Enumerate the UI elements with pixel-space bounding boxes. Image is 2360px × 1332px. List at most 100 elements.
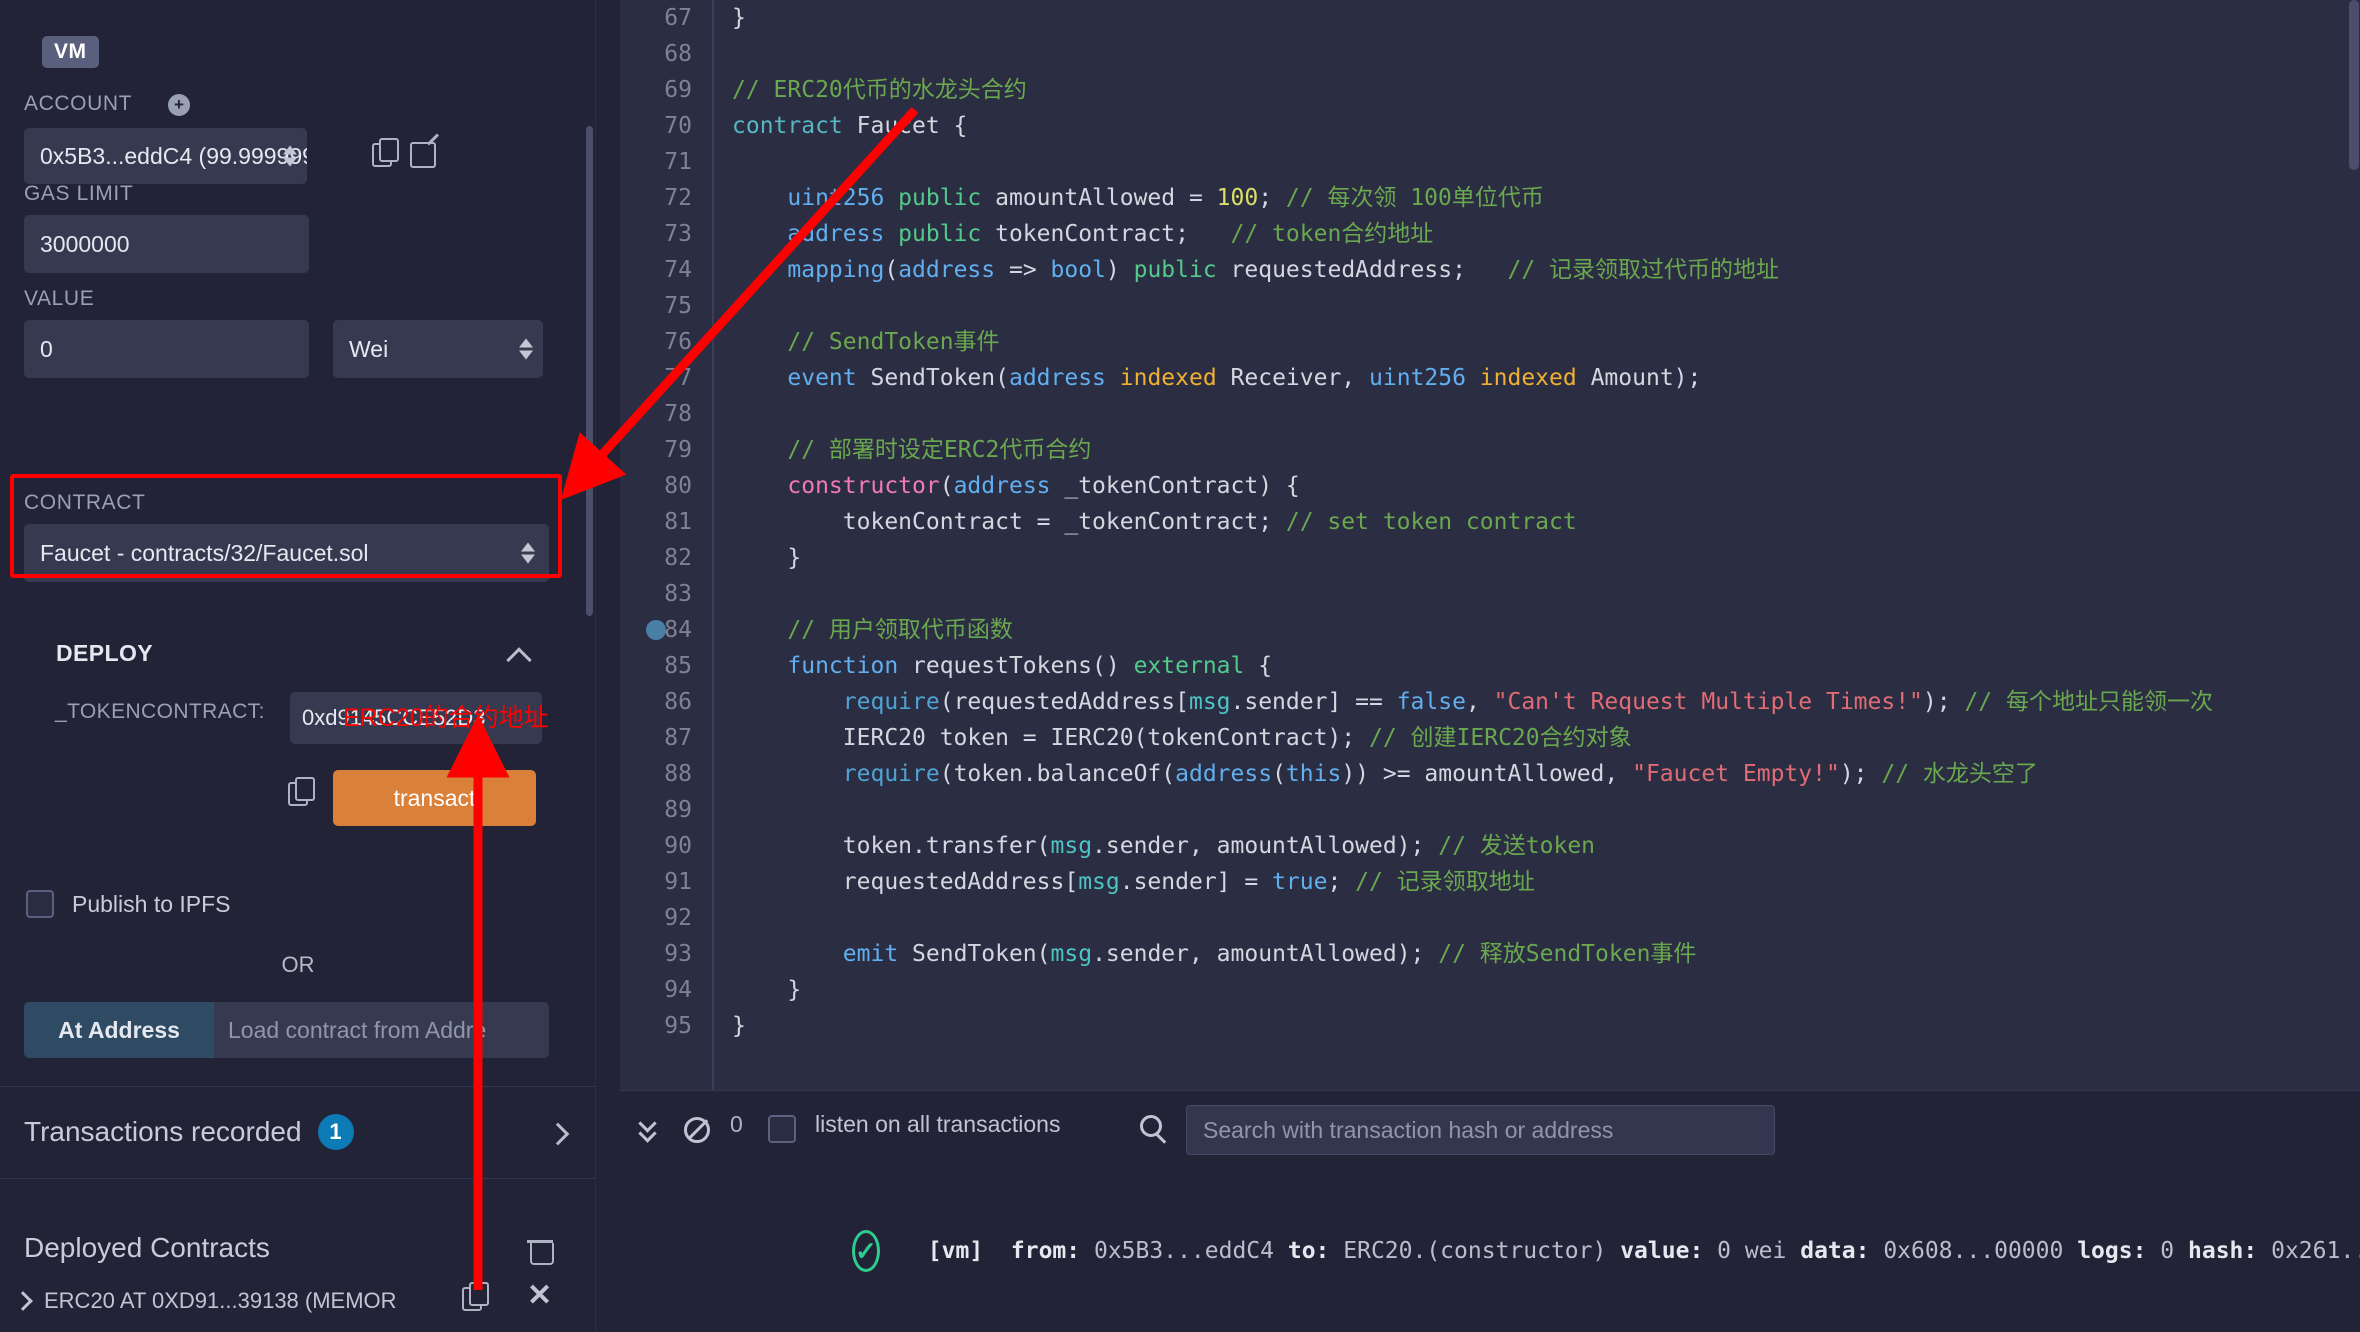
collapse-terminal-icon[interactable] [636, 1114, 662, 1145]
copy-calldata-icon[interactable] [288, 777, 315, 812]
line-number: 67 [664, 5, 692, 31]
publish-ipfs-checkbox[interactable] [26, 890, 54, 918]
left-panel-scrollbar[interactable] [586, 126, 593, 616]
code-line: 72 uint256 public amountAllowed = 100; /… [620, 180, 2360, 216]
code-editor[interactable]: 67} 68 69 // ERC20代币的水龙头合约 70 contract Faucet… [620, 0, 2360, 1090]
search-icon [1140, 1115, 1162, 1137]
code-line: 82 } [620, 540, 2360, 576]
line-number: 80 [664, 473, 692, 499]
line-number: 77 [664, 365, 692, 391]
copy-contract-address-icon[interactable] [462, 1282, 489, 1317]
edit-account-icon[interactable] [410, 138, 438, 171]
trash-icon[interactable] [527, 1235, 554, 1265]
code-line: 75 [620, 288, 2360, 324]
code-line: 68 [620, 36, 2360, 72]
transact-button[interactable]: transact [333, 770, 536, 826]
code-text: address public tokenContract; // token合约… [787, 221, 1434, 247]
line-number: 83 [664, 581, 692, 607]
line-number: 73 [664, 221, 692, 247]
value-unit-text: Wei [349, 335, 389, 362]
code-text: contract Faucet { [732, 113, 968, 139]
line-number: 79 [664, 437, 692, 463]
account-value: 0x5B3...eddC4 (99.9999999 [40, 142, 307, 169]
code-line: 70 contract Faucet { [620, 108, 2360, 144]
code-line: 69 // ERC20代币的水龙头合约 [620, 72, 2360, 108]
code-text: constructor(address _tokenContract) { [787, 473, 1300, 499]
terminal-log-row[interactable]: ✓ [vm] from: 0x5B3...eddC4 to: ERC20.(co… [620, 1211, 2360, 1291]
editor-vertical-scrollbar[interactable] [2349, 0, 2359, 170]
close-icon[interactable]: ✕ [527, 1281, 552, 1311]
code-line: 84 // 用户领取代币函数 [620, 612, 2360, 648]
code-text: mapping(address => bool) public requeste… [787, 257, 1780, 283]
publish-to-ipfs-row[interactable]: Publish to IPFS [26, 890, 231, 918]
code-text: } [732, 977, 802, 1003]
code-line: 94 } [620, 972, 2360, 1008]
chevron-right-icon[interactable] [550, 1126, 566, 1142]
environment-badge[interactable]: VM [42, 36, 99, 68]
transactions-recorded-label: Transactions recorded [24, 1116, 302, 1147]
line-number: 93 [664, 941, 692, 967]
line-number: 95 [664, 1013, 692, 1039]
listen-all-transactions-checkbox[interactable] [768, 1115, 796, 1143]
code-line: 74 mapping(address => bool) public reque… [620, 252, 2360, 288]
line-number: 75 [664, 293, 692, 319]
contract-select[interactable]: Faucet - contracts/32/Faucet.sol [24, 524, 549, 582]
terminal-panel: 0 listen on all transactions Search with… [620, 1090, 2360, 1332]
line-number: 88 [664, 761, 692, 787]
code-text: token.transfer(msg.sender, amountAllowed… [732, 833, 1596, 859]
transactions-recorded-row[interactable]: Transactions recorded 1 [0, 1086, 596, 1178]
terminal-log-text: [vm] from: 0x5B3...eddC4 to: ERC20.(cons… [927, 1238, 2360, 1264]
code-text: // ERC20代币的水龙头合约 [732, 77, 1027, 103]
value-unit-select[interactable]: Wei [333, 320, 543, 378]
at-address-input[interactable]: Load contract from Addre [214, 1002, 549, 1058]
code-text: } [732, 545, 802, 571]
chevron-right-icon[interactable] [16, 1294, 30, 1308]
line-number: 92 [664, 905, 692, 931]
line-number: 78 [664, 401, 692, 427]
code-line: 92 [620, 900, 2360, 936]
chevron-up-icon[interactable] [508, 646, 534, 662]
annotation-erc20-address: ERC20的合约地址 [343, 704, 549, 732]
token-contract-label: _TOKENCONTRACT: [55, 700, 265, 723]
code-line: 83 [620, 576, 2360, 612]
clear-console-icon[interactable] [684, 1117, 710, 1143]
code-text: } [732, 5, 746, 31]
code-line: 93 emit SendToken(msg.sender, amountAllo… [620, 936, 2360, 972]
transactions-recorded-count: 1 [317, 1114, 354, 1150]
code-line: 91 requestedAddress[msg.sender] = true; … [620, 864, 2360, 900]
value-input[interactable]: 0 [24, 320, 309, 378]
code-line: 89 [620, 792, 2360, 828]
chevron-updown-icon [521, 542, 535, 564]
deploy-section-title: DEPLOY [56, 640, 153, 666]
line-number: 89 [664, 797, 692, 823]
line-number: 70 [664, 113, 692, 139]
code-text: uint256 public amountAllowed = 100; // 每… [787, 185, 1544, 211]
code-text: require(token.balanceOf(address(this)) >… [842, 761, 2038, 787]
code-text: emit SendToken(msg.sender, amountAllowed… [842, 941, 1697, 967]
code-line: 90 token.transfer(msg.sender, amountAllo… [620, 828, 2360, 864]
code-line: 73 address public tokenContract; // toke… [620, 216, 2360, 252]
contract-label: CONTRACT [24, 491, 146, 514]
deployed-contract-label: ERC20 AT 0XD91...39138 (MEMOR [44, 1288, 397, 1313]
deployed-contract-item[interactable]: ERC20 AT 0XD91...39138 (MEMOR [16, 1288, 397, 1314]
terminal-search-input[interactable]: Search with transaction hash or address [1186, 1105, 1775, 1155]
editor-code-area[interactable]: 67} 68 69 // ERC20代币的水龙头合约 70 contract Faucet… [620, 0, 2360, 1090]
at-address-button[interactable]: At Address [24, 1002, 214, 1058]
code-text: require(requestedAddress[msg.sender] == … [842, 689, 2213, 715]
code-text: requestedAddress[msg.sender] = true; // … [732, 869, 1535, 895]
gas-limit-input[interactable]: 3000000 [24, 215, 309, 273]
code-text: } [732, 1013, 746, 1039]
account-select[interactable]: 0x5B3...eddC4 (99.9999999 [24, 128, 307, 184]
code-line: 80 constructor(address _tokenContract) { [620, 468, 2360, 504]
line-number: 91 [664, 869, 692, 895]
code-line: 67} [620, 0, 2360, 36]
code-text: IERC20 token = IERC20(tokenContract); //… [732, 725, 1632, 751]
line-number: 90 [664, 833, 692, 859]
copy-account-icon[interactable] [372, 138, 399, 173]
add-account-icon[interactable]: + [168, 94, 190, 116]
code-line: 95} [620, 1008, 2360, 1044]
code-text: tokenContract = _tokenContract; // set t… [732, 509, 1577, 535]
deploy-and-run-panel: VM ACCOUNT + 0x5B3...eddC4 (99.9999999 G… [0, 0, 596, 1332]
code-line: 88 require(token.balanceOf(address(this)… [620, 756, 2360, 792]
code-text: // SendToken事件 [787, 329, 1000, 355]
